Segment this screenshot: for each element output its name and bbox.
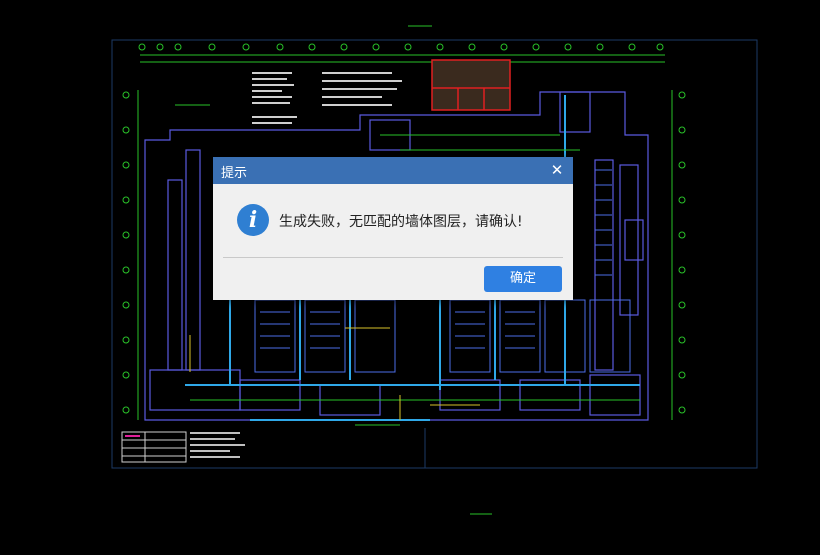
- axis-grid-right: [671, 90, 686, 420]
- legend-table: [121, 431, 187, 463]
- yellow-lines: [189, 327, 480, 420]
- ok-button[interactable]: 确定: [484, 266, 562, 292]
- axis-grid-top: [138, 43, 665, 63]
- dialog-footer: 确定: [213, 258, 573, 300]
- dialog-body: i 生成失败，无匹配的墙体图层，请确认!: [213, 184, 573, 257]
- red-room-block: [431, 59, 511, 111]
- dialog-title: 提示: [221, 166, 248, 181]
- notes-text-block: [252, 72, 402, 124]
- dialog-titlebar: 提示 ✕: [213, 157, 573, 184]
- info-icon: i: [237, 204, 269, 236]
- dialog-message: 生成失败，无匹配的墙体图层，请确认!: [279, 214, 523, 230]
- close-icon[interactable]: ✕: [547, 160, 567, 180]
- bottom-notes: [190, 432, 245, 458]
- axis-grid-left: [122, 90, 139, 420]
- message-dialog: 提示 ✕ i 生成失败，无匹配的墙体图层，请确认! 确定: [213, 157, 573, 300]
